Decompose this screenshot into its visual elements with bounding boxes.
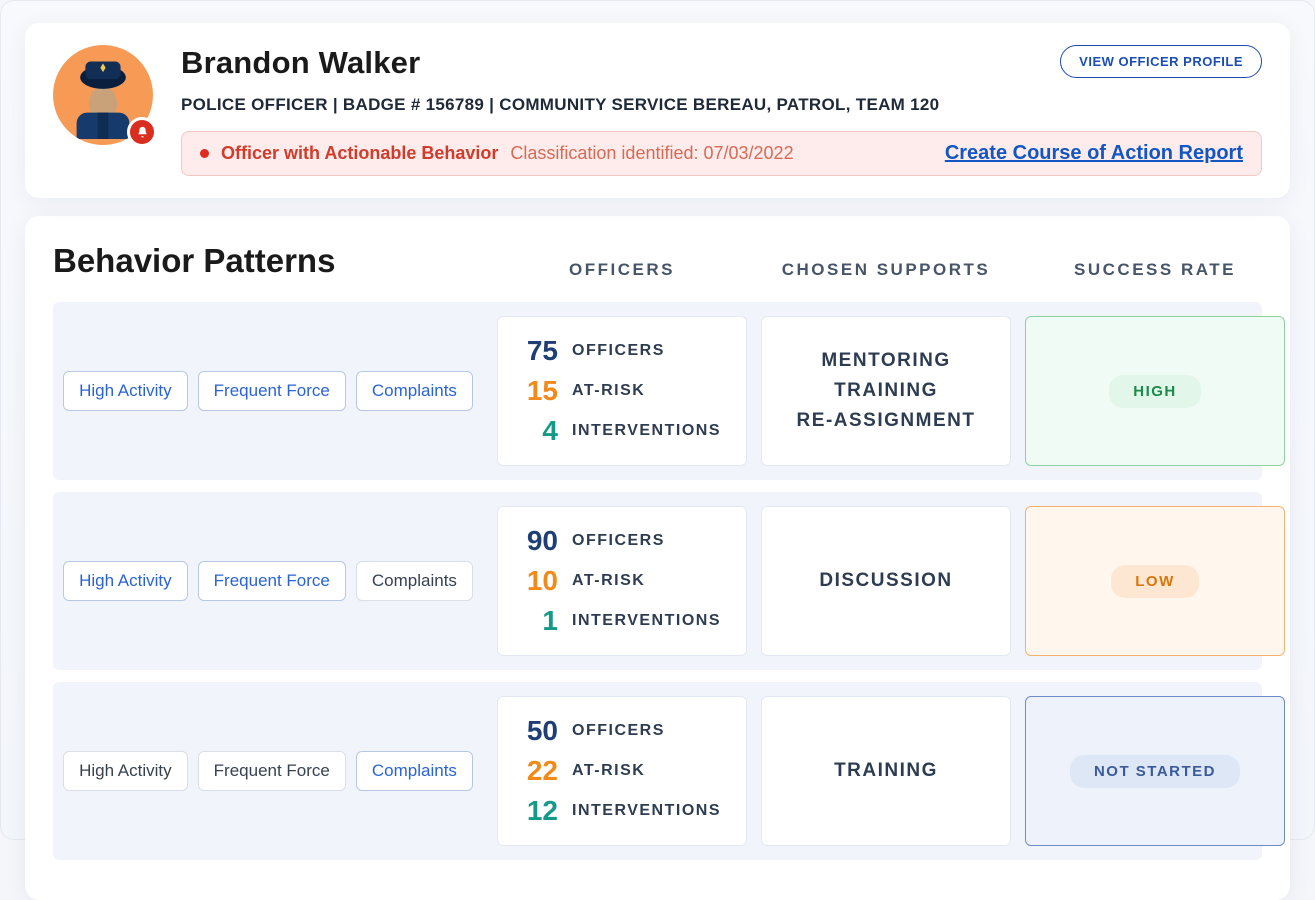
- support-item: MENTORING: [821, 350, 950, 372]
- stat-value: 1: [514, 605, 558, 637]
- stat-value: 50: [514, 715, 558, 747]
- support-item: RE-ASSIGNMENT: [797, 410, 976, 432]
- tag-high-activity[interactable]: High Activity: [63, 371, 188, 411]
- behavior-patterns-card: Behavior Patterns OFFICERS CHOSEN SUPPOR…: [25, 216, 1290, 900]
- supports-cell: TRAINING: [761, 696, 1011, 846]
- alert-subtitle: Classification identified: 07/03/2022: [510, 143, 793, 164]
- alert-dot-icon: [200, 149, 209, 158]
- stat-at-risk: 10 AT-RISK: [514, 565, 730, 597]
- tag-frequent-force[interactable]: Frequent Force: [198, 371, 346, 411]
- stat-at-risk: 15 AT-RISK: [514, 375, 730, 407]
- create-report-link[interactable]: Create Course of Action Report: [945, 142, 1243, 165]
- stat-value: 75: [514, 335, 558, 367]
- officer-header-card: Brandon Walker POLICE OFFICER | BADGE # …: [25, 23, 1290, 198]
- pattern-row: High ActivityFrequent ForceComplaints 75 O…: [53, 302, 1262, 480]
- alert-bar: Officer with Actionable Behavior Classif…: [181, 131, 1262, 176]
- supports-cell: MENTORING TRAINING RE-ASSIGNMENT: [761, 316, 1011, 466]
- stat-label: OFFICERS: [572, 532, 665, 550]
- stat-label: AT-RISK: [572, 762, 645, 780]
- stat-value: 4: [514, 415, 558, 447]
- support-item: TRAINING: [834, 380, 938, 402]
- pattern-row: High ActivityFrequent ForceComplaints 50 O…: [53, 682, 1262, 860]
- stat-label: INTERVENTIONS: [572, 612, 721, 630]
- stat-label: AT-RISK: [572, 572, 645, 590]
- tags-cell: High ActivityFrequent ForceComplaints: [53, 316, 483, 466]
- stat-officers: 90 OFFICERS: [514, 525, 730, 557]
- tag-frequent-force[interactable]: Frequent Force: [198, 561, 346, 601]
- stat-label: INTERVENTIONS: [572, 422, 721, 440]
- stat-interventions: 4 INTERVENTIONS: [514, 415, 730, 447]
- tag-complaints[interactable]: Complaints: [356, 751, 473, 791]
- stat-value: 12: [514, 795, 558, 827]
- stat-label: OFFICERS: [572, 722, 665, 740]
- stat-label: INTERVENTIONS: [572, 802, 721, 820]
- supports-cell: DISCUSSION: [761, 506, 1011, 656]
- stat-value: 22: [514, 755, 558, 787]
- avatar: [53, 45, 153, 145]
- support-item: TRAINING: [834, 760, 938, 782]
- view-officer-profile-button[interactable]: VIEW OFFICER PROFILE: [1060, 45, 1262, 78]
- stat-officers: 50 OFFICERS: [514, 715, 730, 747]
- success-rate-cell: LOW: [1025, 506, 1285, 656]
- support-item: DISCUSSION: [819, 570, 952, 592]
- tag-complaints[interactable]: Complaints: [356, 561, 473, 601]
- pattern-row: High ActivityFrequent ForceComplaints 90 O…: [53, 492, 1262, 670]
- page: Brandon Walker POLICE OFFICER | BADGE # …: [0, 0, 1315, 840]
- stat-value: 90: [514, 525, 558, 557]
- alert-badge: [127, 117, 157, 147]
- tag-complaints[interactable]: Complaints: [356, 371, 473, 411]
- officers-cell: 75 OFFICERS 15 AT-RISK 4 INTERVENTIONS: [497, 316, 747, 466]
- success-rate-pill: NOT STARTED: [1070, 755, 1240, 788]
- col-head-rate: SUCCESS RATE: [1025, 260, 1285, 280]
- stat-interventions: 12 INTERVENTIONS: [514, 795, 730, 827]
- stat-value: 10: [514, 565, 558, 597]
- officer-subtitle: POLICE OFFICER | BADGE # 156789 | COMMUN…: [181, 95, 1262, 115]
- alert-left: Officer with Actionable Behavior Classif…: [200, 143, 925, 164]
- bell-icon: [135, 125, 150, 140]
- col-head-officers: OFFICERS: [497, 260, 747, 280]
- tag-high-activity[interactable]: High Activity: [63, 561, 188, 601]
- stat-label: AT-RISK: [572, 382, 645, 400]
- patterns-title: Behavior Patterns: [53, 242, 483, 280]
- tag-high-activity[interactable]: High Activity: [63, 751, 188, 791]
- success-rate-pill: LOW: [1111, 565, 1199, 598]
- tag-frequent-force[interactable]: Frequent Force: [198, 751, 346, 791]
- stat-officers: 75 OFFICERS: [514, 335, 730, 367]
- stat-label: OFFICERS: [572, 342, 665, 360]
- tags-cell: High ActivityFrequent ForceComplaints: [53, 506, 483, 656]
- success-rate-cell: NOT STARTED: [1025, 696, 1285, 846]
- stat-interventions: 1 INTERVENTIONS: [514, 605, 730, 637]
- stat-value: 15: [514, 375, 558, 407]
- pattern-rows: High ActivityFrequent ForceComplaints75O…: [53, 302, 1262, 860]
- patterns-header-row: Behavior Patterns OFFICERS CHOSEN SUPPOR…: [53, 242, 1262, 280]
- success-rate-cell: HIGH: [1025, 316, 1285, 466]
- officers-cell: 90 OFFICERS 10 AT-RISK 1 INTERVENTIONS: [497, 506, 747, 656]
- success-rate-pill: HIGH: [1109, 375, 1201, 408]
- alert-title: Officer with Actionable Behavior: [221, 143, 498, 164]
- stat-at-risk: 22 AT-RISK: [514, 755, 730, 787]
- col-head-supports: CHOSEN SUPPORTS: [761, 260, 1011, 280]
- tags-cell: High ActivityFrequent ForceComplaints: [53, 696, 483, 846]
- officers-cell: 50 OFFICERS 22 AT-RISK 12 INTERVENTIONS: [497, 696, 747, 846]
